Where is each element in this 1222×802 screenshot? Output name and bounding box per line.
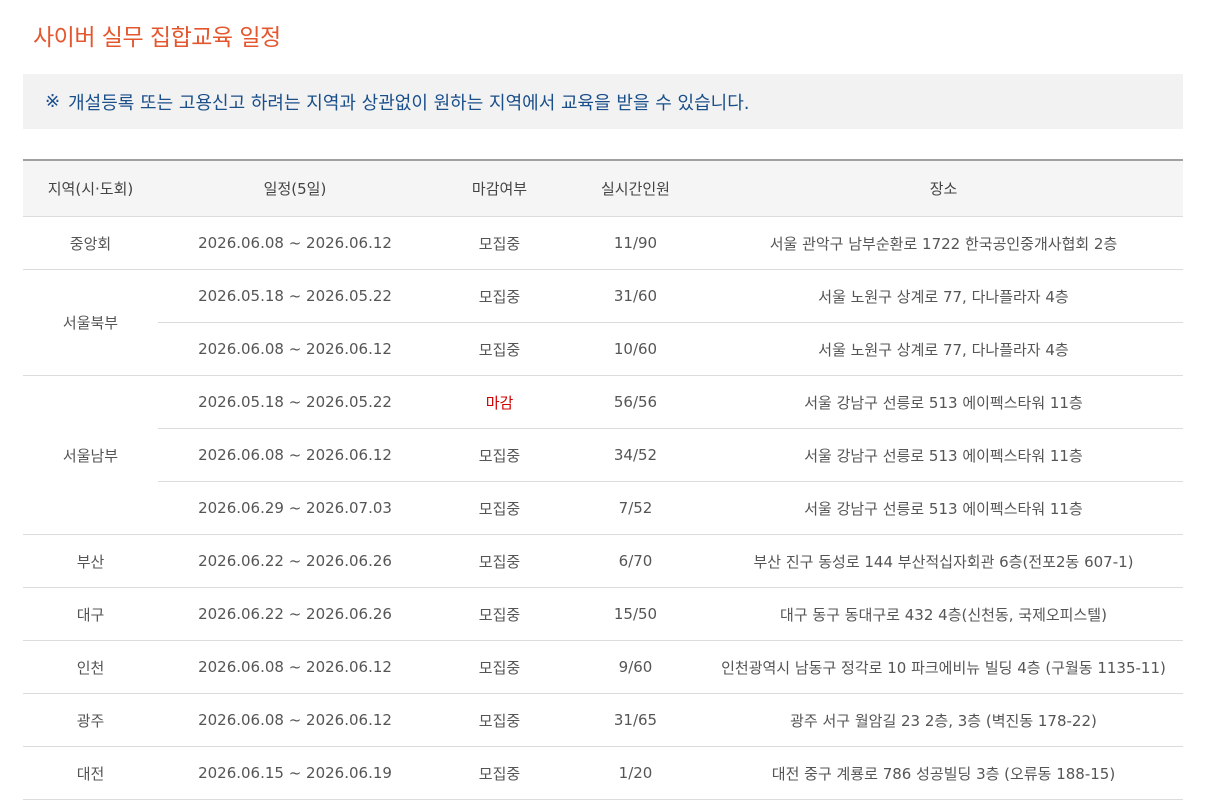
- table-row: 대구 2026.06.22 ~ 2026.06.26 모집중 15/50 대구 동구 동…: [23, 587, 1183, 641]
- status-cell: 모집중: [432, 534, 567, 588]
- notice-text: 개설등록 또는 고용신고 하려는 지역과 상관없이 원하는 지역에서 교육을 받…: [68, 92, 750, 114]
- status-cell: 모집중: [432, 746, 567, 800]
- count-cell: 56/56: [567, 375, 704, 429]
- count-cell: 15/50: [567, 587, 704, 641]
- date-cell: 2026.05.18 ~ 2026.05.22: [158, 375, 432, 429]
- place-cell: 서울 노원구 상계로 77, 다나플라자 4층: [704, 322, 1183, 376]
- table-row: 대전 2026.06.15 ~ 2026.06.19 모집중 1/20 대전 중구 계룡…: [23, 746, 1183, 800]
- count-cell: 9/60: [567, 640, 704, 694]
- count-cell: 10/60: [567, 322, 704, 376]
- header-date: 일정(5일): [158, 160, 432, 217]
- region-cell: 대구: [23, 587, 158, 641]
- region-cell: 대전: [23, 746, 158, 800]
- region-cell: 부산: [23, 534, 158, 588]
- place-cell: 서울 노원구 상계로 77, 다나플라자 4층: [704, 269, 1183, 323]
- date-cell: 2026.05.18 ~ 2026.05.22: [158, 269, 432, 323]
- table-header-row: 지역(시·도회) 일정(5일) 마감여부 실시간인원 장소: [23, 160, 1183, 217]
- date-cell: 2026.06.08 ~ 2026.06.12: [158, 640, 432, 694]
- date-cell: 2026.06.08 ~ 2026.06.12: [158, 216, 432, 270]
- date-cell: 2026.06.08 ~ 2026.06.12: [158, 322, 432, 376]
- count-cell: 31/65: [567, 693, 704, 747]
- region-cell: 중앙회: [23, 216, 158, 270]
- place-cell: 광주 서구 월암길 23 2층, 3층 (벽진동 178-22): [704, 693, 1183, 747]
- table-row: 부산 2026.06.22 ~ 2026.06.26 모집중 6/70 부산 진구 동성…: [23, 534, 1183, 588]
- status-cell: 모집중: [432, 587, 567, 641]
- table-row: 광주 2026.06.08 ~ 2026.06.12 모집중 31/65 광주 서구 월…: [23, 693, 1183, 747]
- region-cell: 인천: [23, 640, 158, 694]
- table-row: 2026.06.08 ~ 2026.06.12 모집중 10/60 서울 노원구 상계…: [23, 322, 1183, 376]
- date-cell: 2026.06.22 ~ 2026.06.26: [158, 534, 432, 588]
- notice-mark: ※: [45, 91, 61, 112]
- place-cell: 서울 강남구 선릉로 513 에이펙스타워 11층: [704, 481, 1183, 535]
- date-cell: 2026.06.22 ~ 2026.06.26: [158, 587, 432, 641]
- place-cell: 서울 강남구 선릉로 513 에이펙스타워 11층: [704, 375, 1183, 429]
- count-cell: 31/60: [567, 269, 704, 323]
- region-cell: 광주: [23, 693, 158, 747]
- place-cell: 서울 강남구 선릉로 513 에이펙스타워 11층: [704, 428, 1183, 482]
- place-cell: 부산 진구 동성로 144 부산적십자회관 6층(전포2동 607-1): [704, 534, 1183, 588]
- date-cell: 2026.06.29 ~ 2026.07.03: [158, 481, 432, 535]
- status-cell: 모집중: [432, 428, 567, 482]
- table-row: 서울남부 2026.05.18 ~ 2026.05.22 마감 56/56 서울 강남구…: [23, 375, 1183, 535]
- date-cell: 2026.06.15 ~ 2026.06.19: [158, 746, 432, 800]
- table-row: 중앙회 2026.06.08 ~ 2026.06.12 모집중 11/90 서울 관악구…: [23, 216, 1183, 270]
- status-cell: 모집중: [432, 640, 567, 694]
- place-cell: 서울 관악구 남부순환로 1722 한국공인중개사협회 2층: [704, 216, 1183, 270]
- status-cell: 모집중: [432, 269, 567, 323]
- status-cell: 모집중: [432, 322, 567, 376]
- place-cell: 인천광역시 남동구 정각로 10 파크에비뉴 빌딩 4층 (구월동 1135-1…: [704, 640, 1183, 694]
- schedule-table: 지역(시·도회) 일정(5일) 마감여부 실시간인원 장소 중앙회 2026.06…: [23, 159, 1183, 800]
- date-cell: 2026.06.08 ~ 2026.06.12: [158, 693, 432, 747]
- table-row: 인천 2026.06.08 ~ 2026.06.12 모집중 9/60 인천광역시 남동…: [23, 640, 1183, 694]
- place-cell: 대구 동구 동대구로 432 4층(신천동, 국제오피스텔): [704, 587, 1183, 641]
- region-cell: 서울북부: [23, 269, 158, 376]
- header-region: 지역(시·도회): [23, 160, 158, 217]
- count-cell: 1/20: [567, 746, 704, 800]
- place-cell: 대전 중구 계룡로 786 성공빌딩 3층 (오류동 188-15): [704, 746, 1183, 800]
- status-cell: 모집중: [432, 693, 567, 747]
- count-cell: 34/52: [567, 428, 704, 482]
- status-cell: 모집중: [432, 481, 567, 535]
- count-cell: 11/90: [567, 216, 704, 270]
- notice-box: ※ 개설등록 또는 고용신고 하려는 지역과 상관없이 원하는 지역에서 교육을…: [23, 74, 1183, 129]
- table-row: 2026.06.08 ~ 2026.06.12 모집중 34/52 서울 강남구 선릉…: [23, 428, 1183, 482]
- date-cell: 2026.06.08 ~ 2026.06.12: [158, 428, 432, 482]
- header-status: 마감여부: [432, 160, 567, 217]
- header-place: 장소: [704, 160, 1183, 217]
- table-row: 서울북부 2026.05.18 ~ 2026.05.22 모집중 31/60 서울 노원…: [23, 269, 1183, 376]
- page-title: 사이버 실무 집합교육 일정: [33, 25, 281, 51]
- header-count: 실시간인원: [567, 160, 704, 217]
- count-cell: 6/70: [567, 534, 704, 588]
- status-cell: 모집중: [432, 216, 567, 270]
- region-cell: 서울남부: [23, 375, 158, 535]
- status-cell: 마감: [432, 375, 567, 429]
- table-row: 2026.06.29 ~ 2026.07.03 모집중 7/52 서울 강남구 선릉로…: [23, 481, 1183, 535]
- count-cell: 7/52: [567, 481, 704, 535]
